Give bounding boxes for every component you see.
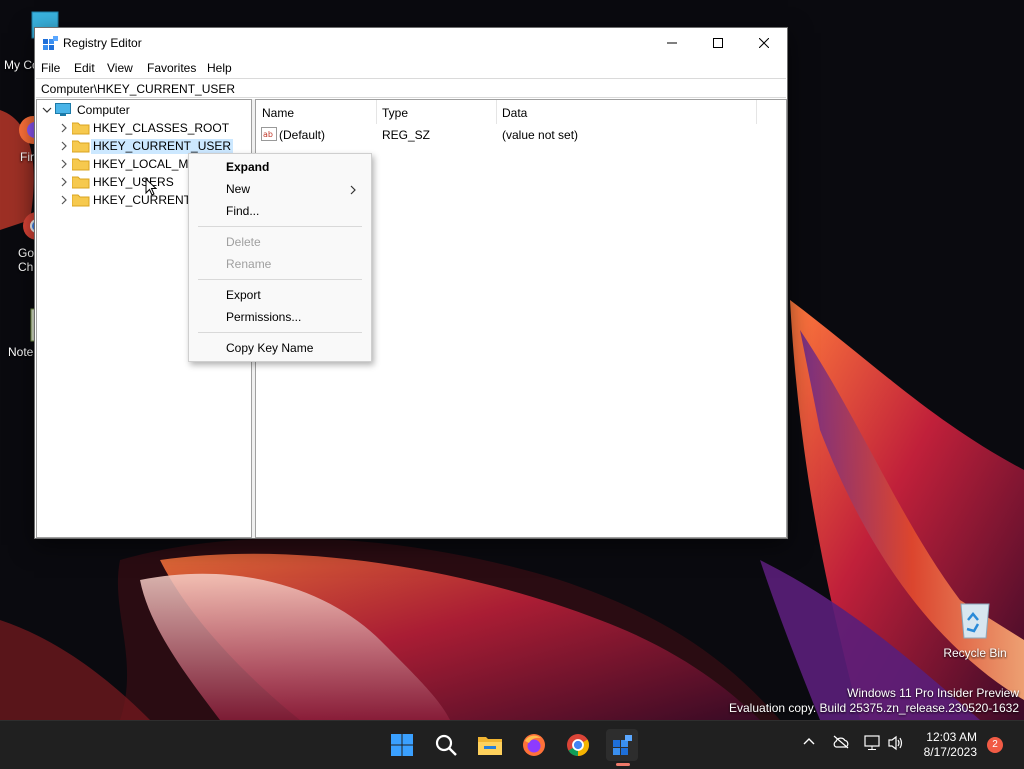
folder-icon [72,140,90,153]
minimize-button[interactable] [649,28,695,58]
tree-label: HKEY_CURRENT_USER [91,139,234,154]
column-header-type[interactable]: Type [376,100,496,124]
context-menu: Expand New Find... Delete Rename Export … [188,153,372,362]
address-path[interactable]: Computer\HKEY_CURRENT_USER [41,82,235,96]
menu-separator [198,332,362,333]
regedit-icon [43,36,58,50]
string-value-icon: ab [261,127,277,141]
cloud-offline-icon[interactable] [832,735,850,749]
value-data: (value not set) [502,128,579,142]
desktop-icon-recycle-bin[interactable]: Recycle Bin [940,598,1010,660]
chevron-up-icon[interactable] [802,735,816,749]
windows-logo-icon [391,734,413,756]
chevron-down-icon[interactable] [42,105,52,115]
menu-item-export[interactable]: Export [226,288,261,302]
menu-edit[interactable]: Edit [74,61,95,75]
menu-view[interactable]: View [107,61,133,75]
firefox-icon [523,734,545,756]
menu-separator [198,279,362,280]
volume-icon[interactable] [887,735,905,751]
watermark-edition: Windows 11 Pro Insider Preview [847,686,1019,700]
search-icon [435,734,457,756]
tree-item-computer[interactable]: Computer [37,101,247,119]
start-button[interactable] [386,729,418,761]
chevron-right-icon [350,185,356,195]
menu-favorites[interactable]: Favorites [147,61,196,75]
maximize-icon [713,38,723,48]
menu-help[interactable]: Help [207,61,232,75]
menu-file[interactable]: File [41,61,60,75]
notification-badge[interactable]: 2 [987,737,1003,753]
column-header-data[interactable]: Data [496,100,756,124]
column-header-label: Type [382,106,409,120]
regedit-icon [613,735,632,755]
folder-icon [72,194,90,207]
taskbar-file-explorer[interactable] [474,729,506,761]
value-type: REG_SZ [382,128,431,142]
column-divider[interactable] [756,100,757,124]
chevron-right-icon[interactable] [59,195,69,205]
close-button[interactable] [741,28,787,58]
menu-separator [198,226,362,227]
chevron-right-icon[interactable] [59,123,69,133]
chevron-right-icon[interactable] [59,159,69,169]
address-bar[interactable]: Computer\HKEY_CURRENT_USER [36,78,786,98]
chrome-icon [567,734,589,756]
chevron-right-icon[interactable] [59,177,69,187]
clock-date: 8/17/2023 [923,745,977,759]
svg-text:ab: ab [263,130,273,139]
folder-icon [72,122,90,135]
taskbar-chrome[interactable] [562,729,594,761]
menu-item-rename[interactable]: Rename [226,257,271,271]
tree-item-hkey-classes-root[interactable]: HKEY_CLASSES_ROOT [37,119,247,137]
tree-label: HKEY_USERS [93,175,174,189]
chevron-right-icon[interactable] [59,141,69,151]
value-name: (Default) [279,128,326,142]
folder-icon [72,176,90,189]
taskbar: 12:03 AM 8/17/2023 2 [0,720,1024,769]
active-app-indicator [616,763,630,766]
column-header-label: Name [262,106,295,120]
file-explorer-icon [478,737,502,755]
mouse-cursor-icon [145,178,157,196]
folder-icon [72,158,90,171]
menu-item-expand[interactable]: Expand [226,160,269,174]
desktop-icon-label: Recycle Bin [943,646,1007,660]
minimize-icon [667,42,677,44]
menu-item-find[interactable]: Find... [226,204,259,218]
title-bar[interactable]: Registry Editor [35,28,787,58]
search-button[interactable] [430,729,462,761]
network-icon[interactable] [864,735,882,751]
tree-label: HKEY_CLASSES_ROOT [93,121,230,135]
recycle-bin-icon [960,603,990,639]
clock-time: 12:03 AM [926,730,977,744]
column-header-name[interactable]: Name [256,100,376,124]
tree-label: Computer [77,103,130,117]
menu-item-delete[interactable]: Delete [226,235,261,249]
maximize-button[interactable] [695,28,741,58]
computer-icon [55,103,71,116]
window-title: Registry Editor [63,36,142,50]
menu-item-new[interactable]: New [226,182,250,196]
column-header-label: Data [502,106,528,120]
menu-item-permissions[interactable]: Permissions... [226,310,301,324]
menu-item-copy-key-name[interactable]: Copy Key Name [226,341,313,355]
taskbar-registry-editor[interactable] [606,729,638,761]
registry-editor-window: Registry Editor File Edit View Favorites… [34,27,788,539]
menu-bar: File Edit View Favorites Help [35,58,787,78]
close-icon [759,38,769,48]
watermark-build: Evaluation copy. Build 25375.zn_release.… [729,701,1019,715]
taskbar-firefox[interactable] [518,729,550,761]
clock[interactable]: 12:03 AM 8/17/2023 [924,730,977,760]
